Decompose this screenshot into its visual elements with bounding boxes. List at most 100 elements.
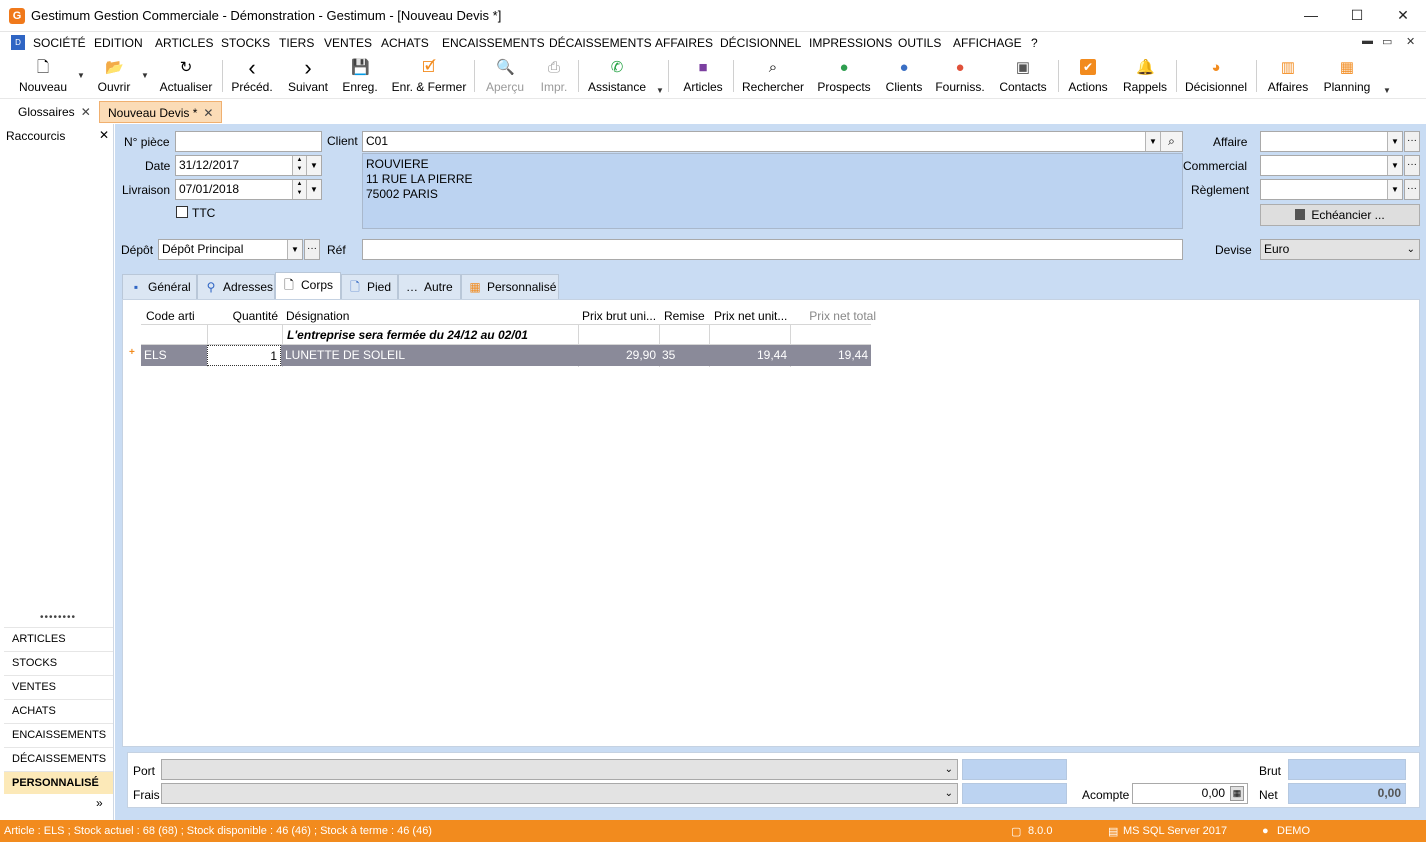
- chevron-down-icon[interactable]: ⌄: [1407, 240, 1415, 259]
- affaires-button[interactable]: ▥ Affaires: [1262, 54, 1314, 98]
- livraison-input[interactable]: 07/01/2018 ▲ ▼ ▼: [175, 179, 322, 200]
- sidebar-item-ventes[interactable]: VENTES: [4, 675, 113, 698]
- search-icon[interactable]: ⌕: [1160, 132, 1182, 151]
- assistance-button[interactable]: ✆ Assistance: [584, 54, 650, 98]
- new-dropdown-arrow[interactable]: ▼: [77, 71, 85, 80]
- sidebar-item-personnalise[interactable]: PERSONNALISÉ: [4, 771, 113, 794]
- chevron-down-icon[interactable]: ▼: [1145, 132, 1160, 151]
- tab-nouveau-devis[interactable]: Nouveau Devis * ✕: [99, 101, 223, 123]
- sidebar-item-encaissements[interactable]: ENCAISSEMENTS: [4, 723, 113, 746]
- reglement-combo[interactable]: ▼: [1260, 179, 1403, 200]
- minimize-button[interactable]: —: [1288, 0, 1334, 31]
- search-button[interactable]: ⌕ Rechercher: [740, 54, 806, 98]
- close-button[interactable]: ✕: [1380, 0, 1426, 31]
- clients-button[interactable]: ● Clients: [882, 54, 926, 98]
- chevron-down-icon[interactable]: ▼: [1387, 156, 1402, 175]
- mdi-close-button[interactable]: ✕: [1406, 35, 1415, 48]
- close-icon[interactable]: ✕: [203, 106, 213, 120]
- depot-browse-button[interactable]: ···: [304, 239, 320, 260]
- tab-adresses[interactable]: ⚲ Adresses: [197, 274, 275, 300]
- frais-combo[interactable]: ⌄: [161, 783, 958, 804]
- maximize-button[interactable]: ☐: [1334, 0, 1380, 31]
- tab-corps[interactable]: 🗋 Corps: [275, 272, 341, 300]
- mdi-minimize-button[interactable]: ▬: [1362, 35, 1373, 47]
- col-header-code[interactable]: Code arti: [146, 308, 208, 324]
- refresh-button[interactable]: ↻ Actualiser: [156, 54, 216, 98]
- toolbar-overflow-arrow-2[interactable]: ▼: [1383, 86, 1391, 95]
- chevron-down-icon[interactable]: ▼: [306, 156, 321, 175]
- depot-combo[interactable]: Dépôt Principal ▼: [158, 239, 303, 260]
- tab-general[interactable]: ▪ Général: [122, 274, 197, 300]
- chevron-down-icon[interactable]: ▼: [306, 180, 321, 199]
- sidebar-item-achats[interactable]: ACHATS: [4, 699, 113, 722]
- cell-prix-net-total[interactable]: 19,44: [790, 345, 871, 365]
- menu-edition[interactable]: EDITION: [94, 36, 143, 50]
- col-header-quantite[interactable]: Quantité: [213, 308, 278, 324]
- ttc-checkbox[interactable]: [176, 206, 188, 218]
- chevron-down-icon[interactable]: ▼: [1387, 180, 1402, 199]
- mdi-restore-button[interactable]: ▭: [1382, 35, 1392, 48]
- sidebar-item-decaissements[interactable]: DÉCAISSEMENTS: [4, 747, 113, 770]
- menu-ventes[interactable]: VENTES: [324, 36, 372, 50]
- save-close-button[interactable]: 🗹 Enr. & Fermer: [389, 54, 469, 98]
- comment-row[interactable]: L'entreprise sera fermée du 24/12 au 02/…: [284, 325, 580, 345]
- chevron-down-icon[interactable]: ▼: [1387, 132, 1402, 151]
- new-button[interactable]: 🗋 Nouveau: [14, 54, 72, 98]
- client-address[interactable]: ROUVIERE 11 RUE LA PIERRE 75002 PARIS: [362, 153, 1183, 229]
- cell-designation[interactable]: LUNETTE DE SOLEIL: [282, 345, 578, 365]
- cell-prix-net-unit[interactable]: 19,44: [709, 345, 790, 365]
- menu-societe[interactable]: SOCIÉTÉ: [33, 36, 86, 50]
- save-button[interactable]: 💾 Enreg.: [338, 54, 382, 98]
- date-input[interactable]: 31/12/2017 ▲ ▼ ▼: [175, 155, 322, 176]
- menu-impressions[interactable]: IMPRESSIONS: [809, 36, 892, 50]
- menu-decisionnel[interactable]: DÉCISIONNEL: [720, 36, 801, 50]
- client-input[interactable]: C01 ▼ ⌕: [362, 131, 1183, 152]
- affaire-browse-button[interactable]: ···: [1404, 131, 1420, 152]
- livraison-spinner[interactable]: ▲ ▼: [292, 180, 306, 199]
- col-header-prix-net-total[interactable]: Prix net total: [796, 308, 876, 324]
- contacts-button[interactable]: ▣ Contacts: [995, 54, 1051, 98]
- close-icon[interactable]: ✕: [99, 128, 109, 142]
- actions-button[interactable]: ✔ Actions: [1064, 54, 1112, 98]
- menu-outils[interactable]: OUTILS: [898, 36, 941, 50]
- ref-input[interactable]: [362, 239, 1183, 260]
- toolbar-overflow-arrow[interactable]: ▼: [656, 86, 664, 95]
- echeancier-button[interactable]: Echéancier ...: [1260, 204, 1420, 226]
- chevron-down-icon[interactable]: ⌄: [945, 784, 953, 803]
- cell-prix-brut[interactable]: 29,90: [578, 345, 659, 365]
- col-header-remise[interactable]: Remise: [664, 308, 710, 324]
- devise-combo[interactable]: Euro ⌄: [1260, 239, 1420, 260]
- menu-articles[interactable]: ARTICLES: [155, 36, 213, 50]
- menu-tiers[interactable]: TIERS: [279, 36, 314, 50]
- piece-input[interactable]: [175, 131, 322, 152]
- document-menu-icon[interactable]: D: [11, 35, 25, 50]
- calculator-icon[interactable]: ▦: [1230, 786, 1244, 801]
- menu-help[interactable]: ?: [1031, 36, 1038, 50]
- menu-achats[interactable]: ACHATS: [381, 36, 429, 50]
- table-row[interactable]: ELS 1 LUNETTE DE SOLEIL 29,90 35 19,44 1…: [141, 345, 871, 366]
- tab-glossaires[interactable]: Glossaires ✕: [10, 101, 99, 123]
- suppliers-button[interactable]: ● Fourniss.: [933, 54, 987, 98]
- frais-amount[interactable]: [962, 783, 1067, 804]
- menu-encaissements[interactable]: ENCAISSEMENTS: [442, 36, 545, 50]
- reminders-button[interactable]: 🔔 Rappels: [1120, 54, 1170, 98]
- commercial-combo[interactable]: ▼: [1260, 155, 1403, 176]
- menu-stocks[interactable]: STOCKS: [221, 36, 270, 50]
- preview-button[interactable]: 🔍 Aperçu: [481, 54, 529, 98]
- menu-decaissements[interactable]: DÉCAISSEMENTS: [549, 36, 652, 50]
- col-header-prix-net-unit[interactable]: Prix net unit...: [714, 308, 792, 324]
- prospects-button[interactable]: ● Prospects: [814, 54, 874, 98]
- col-header-designation[interactable]: Désignation: [286, 308, 576, 324]
- tab-personnalise[interactable]: ▦ Personnalisé: [461, 274, 559, 300]
- date-spinner[interactable]: ▲ ▼: [292, 156, 306, 175]
- sidebar-item-articles[interactable]: ARTICLES: [4, 627, 113, 650]
- print-button[interactable]: ⎙ Impr.: [534, 54, 574, 98]
- open-button[interactable]: 📂 Ouvrir: [90, 54, 138, 98]
- cell-remise[interactable]: 35: [659, 345, 709, 365]
- commercial-browse-button[interactable]: ···: [1404, 155, 1420, 176]
- menu-affaires[interactable]: AFFAIRES: [655, 36, 713, 50]
- tab-autre[interactable]: … Autre: [398, 274, 461, 300]
- chevron-more-icon[interactable]: »: [96, 796, 103, 810]
- planning-button[interactable]: ▦ Planning: [1320, 54, 1374, 98]
- cell-code[interactable]: ELS: [141, 345, 207, 365]
